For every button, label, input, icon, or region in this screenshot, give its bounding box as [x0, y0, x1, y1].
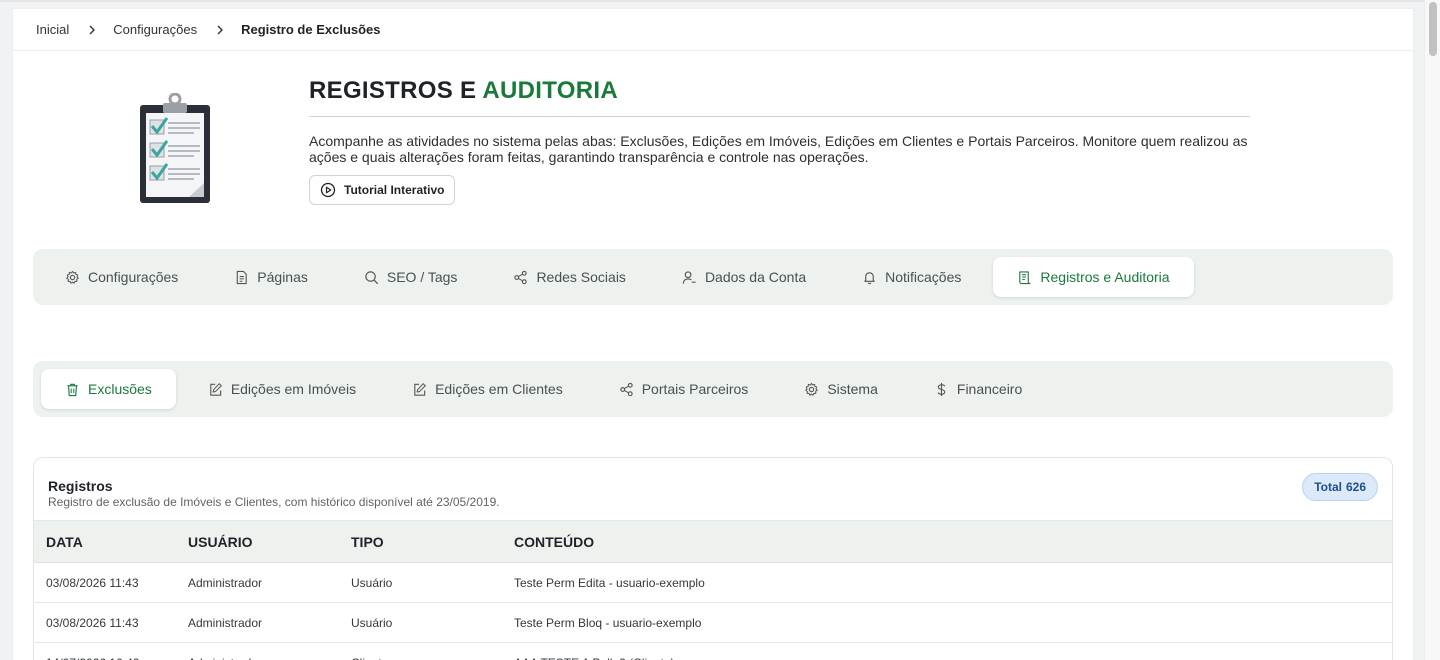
subtab-label: Financeiro — [956, 381, 1023, 397]
edit-icon — [414, 382, 426, 396]
page-title-accent: AUDITORIA — [482, 77, 618, 104]
page-title: REGISTROS E AUDITORIA — [309, 77, 1250, 117]
tab-label: Configurações — [88, 269, 179, 285]
gear-icon — [66, 270, 79, 284]
page-scrollbar[interactable] — [1424, 0, 1440, 660]
cell-content: AAA TESTE A Bulk 2 (Cliente) — [514, 642, 1392, 660]
chevron-right-icon — [213, 23, 227, 37]
dollar-icon — [937, 382, 946, 396]
cell-content: Teste Perm Bloq - usuario-exemplo — [514, 602, 1392, 643]
total-badge: Total 626 — [1302, 473, 1378, 501]
share-icon — [514, 270, 528, 284]
cell-type: Usuário — [351, 602, 514, 643]
page-container: Inicial Configurações Registro de Exclus… — [13, 9, 1413, 660]
bell-icon — [864, 271, 875, 284]
scrollbar-thumb[interactable] — [1429, 2, 1437, 56]
breadcrumb-item-configuracoes[interactable]: Configurações — [113, 22, 197, 37]
subtab-financeiro[interactable]: Financeiro — [910, 369, 1046, 409]
tab-label: Redes Sociais — [536, 269, 626, 285]
subtab-label: Exclusões — [88, 381, 152, 397]
breadcrumb: Inicial Configurações Registro de Exclus… — [13, 9, 1413, 51]
scroll-icon — [1019, 270, 1032, 284]
user-icon — [682, 270, 696, 284]
tab-registros-e-auditoria[interactable]: Registros e Auditoria — [993, 257, 1194, 297]
breadcrumb-item-inicial[interactable]: Inicial — [36, 22, 69, 37]
tab-redes-sociais[interactable]: Redes Sociais — [489, 257, 650, 297]
subtab-label: Portais Parceiros — [641, 381, 749, 397]
subtab-portais-parceiros[interactable]: Portais Parceiros — [595, 369, 773, 409]
records-title: Registros — [48, 478, 113, 494]
document-icon — [237, 270, 248, 284]
records-table: DATA USUÁRIO TIPO CONTEÚDO 03/08/2026 11… — [34, 520, 1392, 660]
cell-user: Administrador — [188, 602, 351, 643]
subtab-exclusoes[interactable]: Exclusões — [41, 369, 176, 409]
tab-seo-tags[interactable]: SEO / Tags — [340, 257, 482, 297]
chevron-right-icon — [85, 23, 99, 37]
gear-icon — [805, 382, 819, 396]
tab-notificacoes[interactable]: Notificações — [838, 257, 985, 297]
tab-label: Dados da Conta — [704, 269, 807, 285]
tab-label: Registros e Auditoria — [1040, 269, 1170, 285]
cell-type: Cliente — [351, 642, 514, 660]
settings-tab-bar: Configurações Páginas SEO / Tags Redes S… — [33, 249, 1393, 305]
subtab-edicoes-em-clientes[interactable]: Edições em Clientes — [388, 369, 587, 409]
cell-content: Teste Perm Edita - usuario-exemplo — [514, 562, 1392, 603]
subtab-edicoes-em-imoveis[interactable]: Edições em Imóveis — [184, 369, 380, 409]
subtab-label: Edições em Clientes — [435, 381, 563, 397]
subtab-label: Sistema — [827, 381, 878, 397]
column-header-conteudo[interactable]: CONTEÚDO — [514, 520, 1392, 563]
tab-label: Notificações — [885, 269, 962, 285]
tab-label: Páginas — [257, 269, 308, 285]
trash-icon — [67, 383, 78, 396]
page-hero: REGISTROS E AUDITORIA Acompanhe as ativi… — [13, 51, 1413, 241]
table-header-row: DATA USUÁRIO TIPO CONTEÚDO — [34, 520, 1392, 563]
search-icon — [365, 270, 378, 284]
records-header: Registros Registro de exclusão de Imóvei… — [34, 458, 1392, 520]
column-header-data[interactable]: DATA — [34, 520, 188, 563]
tab-dados-da-conta[interactable]: Dados da Conta — [658, 257, 830, 297]
cell-date: 03/08/2026 11:43 — [34, 602, 188, 643]
total-label: Total — [1314, 480, 1342, 494]
cell-date: 14/07/2026 10:42 — [34, 642, 188, 660]
audit-subtab-bar: Exclusões Edições em Imóveis Edições em … — [33, 361, 1393, 417]
hero-text: REGISTROS E AUDITORIA Acompanhe as ativi… — [309, 77, 1250, 205]
column-header-tipo[interactable]: TIPO — [351, 520, 514, 563]
total-value: 626 — [1345, 480, 1366, 494]
clipboard-icon — [137, 92, 213, 210]
table-row[interactable]: 03/08/2026 11:43 Administrador Usuário T… — [34, 562, 1392, 603]
play-circle-icon — [320, 182, 336, 198]
window-top-border — [0, 0, 1440, 2]
breadcrumb-current: Registro de Exclusões — [241, 22, 381, 37]
page-title-main: REGISTROS E — [309, 77, 483, 104]
cell-date: 03/08/2026 11:43 — [34, 562, 188, 603]
tab-paginas[interactable]: Páginas — [210, 257, 332, 297]
records-card: Registros Registro de exclusão de Imóvei… — [33, 457, 1393, 660]
cell-user: Administrador — [188, 642, 351, 660]
share-icon — [620, 382, 633, 396]
cell-type: Usuário — [351, 562, 514, 603]
tutorial-button-label: Tutorial Interativo — [344, 183, 445, 197]
tutorial-button[interactable]: Tutorial Interativo — [309, 175, 456, 205]
edit-icon — [210, 382, 222, 396]
tab-label: SEO / Tags — [386, 269, 458, 285]
subtab-sistema[interactable]: Sistema — [780, 369, 902, 409]
page-description: Acompanhe as atividades no sistema pelas… — [309, 133, 1248, 165]
table-row[interactable]: 03/08/2026 11:43 Administrador Usuário T… — [34, 602, 1392, 643]
records-subtitle: Registro de exclusão de Imóveis e Client… — [48, 495, 500, 509]
table-row[interactable]: 14/07/2026 10:42 Administrador Cliente A… — [34, 642, 1392, 660]
subtab-label: Edições em Imóveis — [230, 381, 357, 397]
column-header-usuario[interactable]: USUÁRIO — [188, 520, 351, 563]
cell-user: Administrador — [188, 562, 351, 603]
tab-configuracoes[interactable]: Configurações — [41, 257, 202, 297]
